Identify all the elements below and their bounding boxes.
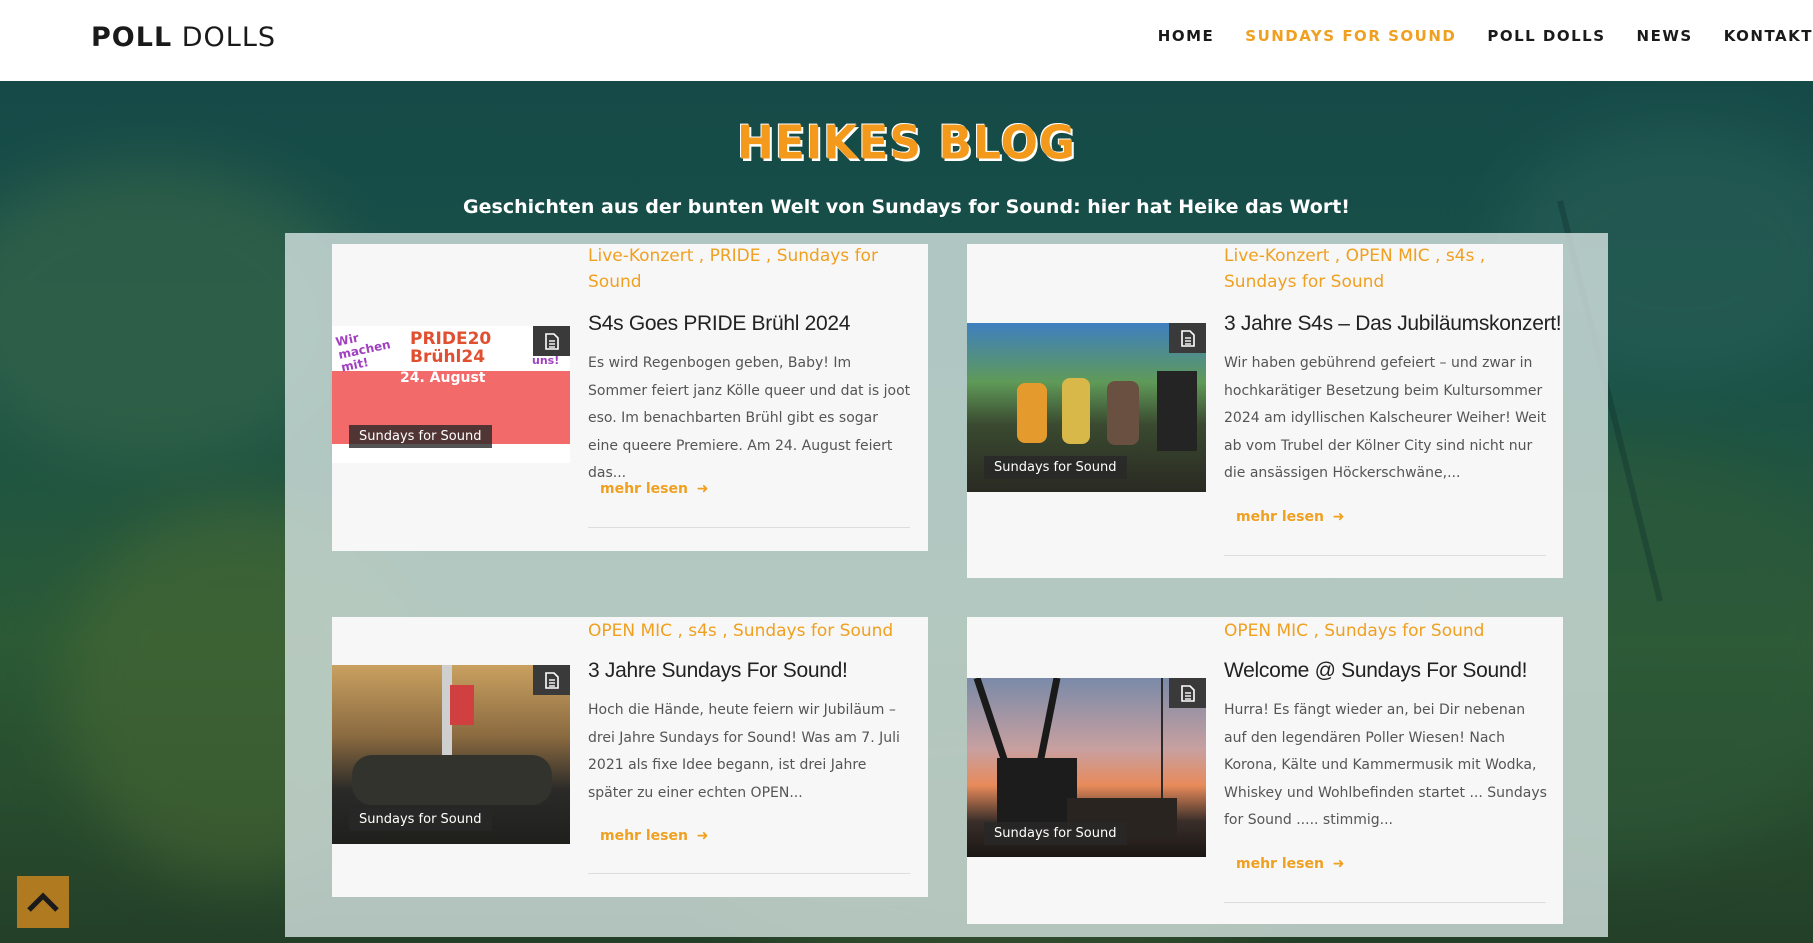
chevron-up-icon bbox=[27, 892, 59, 912]
post-thumbnail[interactable]: Sundays for Sound bbox=[332, 665, 570, 844]
post-thumbnail[interactable]: Sundays for Sound bbox=[967, 678, 1206, 857]
logo-bold-text: POLL bbox=[91, 22, 173, 53]
poster-date: 24. August bbox=[400, 370, 486, 386]
image-category-label: Sundays for Sound bbox=[349, 425, 492, 448]
post-excerpt: Es wird Regenbogen geben, Baby! Im Somme… bbox=[588, 355, 911, 481]
post-title[interactable]: 3 Jahre S4s – Das Jubiläumskonzert! bbox=[1224, 312, 1562, 336]
document-icon bbox=[1169, 323, 1206, 353]
document-icon bbox=[1169, 678, 1206, 708]
site-header: POLL DOLLS HOME SUNDAYS FOR SOUND POLL D… bbox=[0, 0, 1813, 81]
read-more-link[interactable]: mehr lesen ➜ bbox=[600, 481, 709, 497]
image-category-label: Sundays for Sound bbox=[984, 456, 1127, 479]
site-logo[interactable]: POLL DOLLS bbox=[91, 22, 276, 53]
post-categories[interactable]: Live-Konzert , PRIDE , Sundays for Sound bbox=[588, 243, 888, 295]
post-categories[interactable]: OPEN MIC , Sundays for Sound bbox=[1224, 618, 1554, 644]
card-divider bbox=[1224, 902, 1546, 903]
post-thumbnail[interactable]: Sundays for Sound bbox=[967, 323, 1206, 492]
post-card: Wir machen mit! PRIDE20 Brühl24 uns! 24.… bbox=[332, 244, 928, 551]
card-divider bbox=[1224, 555, 1546, 556]
main-nav: HOME SUNDAYS FOR SOUND POLL DOLLS NEWS K… bbox=[1127, 0, 1813, 72]
read-more-label: mehr lesen bbox=[600, 481, 688, 497]
post-excerpt: Wir haben gebührend gefeiert – und zwar … bbox=[1224, 355, 1547, 481]
nav-item-sundays-for-sound[interactable]: SUNDAYS FOR SOUND bbox=[1245, 27, 1456, 45]
post-categories[interactable]: OPEN MIC , s4s , Sundays for Sound bbox=[588, 618, 918, 644]
read-more-link[interactable]: mehr lesen ➜ bbox=[600, 828, 709, 844]
read-more-label: mehr lesen bbox=[1236, 509, 1324, 525]
post-thumbnail[interactable]: Wir machen mit! PRIDE20 Brühl24 uns! 24.… bbox=[332, 326, 570, 463]
image-category-label: Sundays for Sound bbox=[984, 822, 1127, 845]
arrow-right-icon: ➜ bbox=[696, 828, 709, 844]
back-to-top-button[interactable] bbox=[17, 876, 69, 928]
post-card: Sundays for Sound OPEN MIC , Sundays for… bbox=[967, 617, 1563, 924]
logo-light-text: DOLLS bbox=[181, 22, 277, 53]
post-title[interactable]: 3 Jahre Sundays For Sound! bbox=[588, 659, 848, 683]
document-icon bbox=[533, 665, 570, 695]
nav-item-poll-dolls[interactable]: POLL DOLLS bbox=[1487, 27, 1605, 45]
read-more-link[interactable]: mehr lesen ➜ bbox=[1236, 856, 1345, 872]
post-categories[interactable]: Live-Konzert , OPEN MIC , s4s , Sundays … bbox=[1224, 243, 1494, 295]
poster-line2: PRIDE20 Brühl24 bbox=[410, 329, 492, 367]
arrow-right-icon: ➜ bbox=[696, 481, 709, 497]
post-title[interactable]: Welcome @ Sundays For Sound! bbox=[1224, 659, 1527, 683]
nav-item-kontakt[interactable]: KONTAKT bbox=[1724, 27, 1813, 45]
read-more-link[interactable]: mehr lesen ➜ bbox=[1236, 509, 1345, 525]
post-excerpt: Hurra! Es fängt wieder an, bei Dir neben… bbox=[1224, 702, 1547, 828]
card-divider bbox=[588, 527, 910, 528]
blog-title: HEIKES BLOG bbox=[737, 116, 1076, 171]
nav-item-news[interactable]: NEWS bbox=[1637, 27, 1693, 45]
read-more-label: mehr lesen bbox=[1236, 856, 1324, 872]
arrow-right-icon: ➜ bbox=[1332, 509, 1345, 525]
read-more-label: mehr lesen bbox=[600, 828, 688, 844]
blog-subtitle: Geschichten aus der bunten Welt von Sund… bbox=[463, 196, 1350, 218]
image-category-label: Sundays for Sound bbox=[349, 808, 492, 831]
post-card: Sundays for Sound OPEN MIC , s4s , Sunda… bbox=[332, 617, 928, 897]
posts-panel: Wir machen mit! PRIDE20 Brühl24 uns! 24.… bbox=[285, 233, 1608, 937]
post-excerpt: Hoch die Hände, heute feiern wir Jubiläu… bbox=[588, 702, 900, 801]
nav-item-home[interactable]: HOME bbox=[1158, 27, 1214, 45]
document-icon bbox=[533, 326, 570, 356]
post-card: Sundays for Sound Live-Konzert , OPEN MI… bbox=[967, 244, 1563, 578]
post-title[interactable]: S4s Goes PRIDE Brühl 2024 bbox=[588, 312, 850, 336]
card-divider bbox=[588, 873, 910, 874]
arrow-right-icon: ➜ bbox=[1332, 856, 1345, 872]
